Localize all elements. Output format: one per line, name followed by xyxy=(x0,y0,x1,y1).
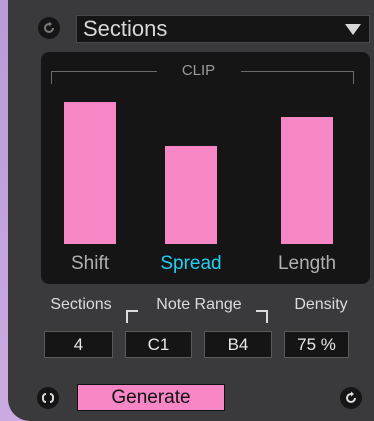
density-value-box[interactable]: 75 % xyxy=(284,331,349,358)
note-range-bracket-right xyxy=(256,310,268,323)
generate-button[interactable]: Generate xyxy=(77,384,225,411)
shift-label[interactable]: Shift xyxy=(50,253,130,275)
note-range-bracket-left xyxy=(126,310,138,323)
preset-dropdown[interactable]: Sections xyxy=(76,15,370,43)
bar-area xyxy=(41,52,370,244)
chevron-down-icon xyxy=(345,23,361,35)
redo-icon xyxy=(346,391,356,403)
density-label: Density xyxy=(294,296,348,313)
sections-value-box[interactable]: 4 xyxy=(44,331,113,358)
spread-label[interactable]: Spread xyxy=(151,253,231,275)
clip-panel: CLIP Shift Spread Length xyxy=(41,52,370,284)
length-bar[interactable] xyxy=(281,117,333,244)
reset-icon xyxy=(44,21,54,33)
length-label[interactable]: Length xyxy=(267,253,347,275)
loop-button[interactable] xyxy=(37,387,59,409)
redo-button[interactable] xyxy=(340,387,362,409)
sections-label: Sections xyxy=(50,296,112,313)
device-panel: Sections CLIP Shift Spread Length Sectio… xyxy=(8,0,374,421)
note-low-value-box[interactable]: C1 xyxy=(125,331,192,358)
note-high-value-box[interactable]: B4 xyxy=(204,331,272,358)
loop-icon xyxy=(42,393,54,403)
note-range-label: Note Range xyxy=(156,296,242,313)
spread-bar[interactable] xyxy=(165,146,217,244)
reset-button[interactable] xyxy=(38,17,60,39)
preset-label: Sections xyxy=(83,16,168,41)
shift-bar[interactable] xyxy=(64,102,116,244)
